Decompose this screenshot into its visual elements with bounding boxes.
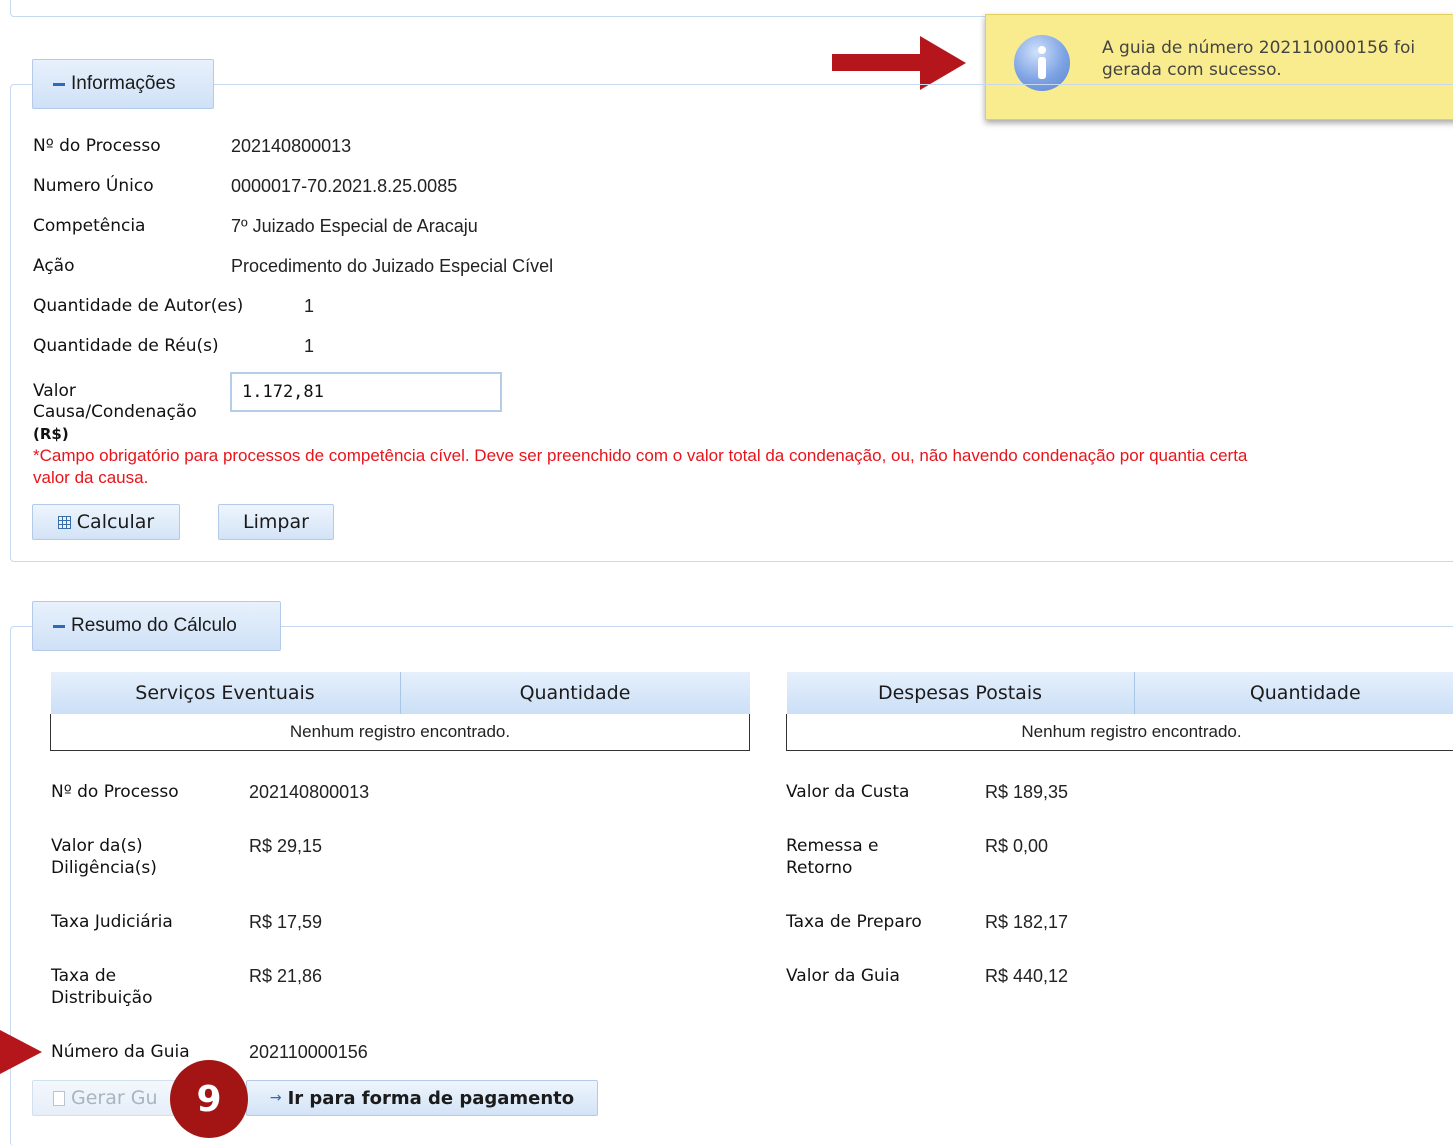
qtd-reus-label: Quantidade de Réu(s): [33, 335, 219, 357]
taxa-distribuicao-label-line1: Taxa de: [51, 965, 116, 987]
taxa-preparo-label: Taxa de Preparo: [786, 911, 922, 933]
empty-row: Nenhum registro encontrado.: [51, 714, 750, 751]
valor-custa-value: R$ 189,35: [985, 781, 1068, 803]
acao-label: Ação: [33, 255, 75, 277]
valor-causa-label-line3: (R$): [33, 423, 69, 445]
collapse-minus-icon: [53, 83, 65, 86]
annotation-arrow-left-icon: [0, 1030, 46, 1074]
taxa-judiciaria-value: R$ 17,59: [249, 911, 322, 933]
servicos-eventuais-table: Serviços Eventuais Quantidade Nenhum reg…: [50, 672, 750, 751]
calculator-grid-icon: [58, 516, 71, 529]
gerar-guia-button[interactable]: Gerar Gu: [32, 1080, 192, 1116]
gerar-guia-button-label: Gerar Gu: [71, 1087, 157, 1109]
taxa-judiciaria-label: Taxa Judiciária: [51, 911, 173, 933]
valor-causa-input[interactable]: [230, 372, 502, 412]
informacoes-legend-label: Informações: [71, 73, 176, 95]
limpar-button-label: Limpar: [243, 511, 309, 533]
info-icon: [1014, 35, 1070, 91]
numero-guia-label: Número da Guia: [51, 1041, 190, 1063]
informacoes-panel: [10, 84, 1453, 562]
taxa-distribuicao-value: R$ 21,86: [249, 965, 322, 987]
remessa-label-line2: Retorno: [786, 857, 852, 879]
toast-message: A guia de número 202110000156 foi gerada…: [1102, 37, 1452, 81]
col-servicos-eventuais[interactable]: Serviços Eventuais: [51, 672, 401, 714]
valor-guia-value: R$ 440,12: [985, 965, 1068, 987]
informacoes-legend-toggle[interactable]: Informações: [32, 59, 214, 109]
acao-value: Procedimento do Juizado Especial Cível: [231, 255, 553, 277]
ir-para-pagamento-label: Ir para forma de pagamento: [288, 1088, 575, 1109]
col-quantidade[interactable]: Quantidade: [400, 672, 750, 714]
required-note-line1: *Campo obrigatório para processos de com…: [33, 445, 1247, 467]
diligencia-label-line2: Diligência(s): [51, 857, 157, 879]
remessa-value: R$ 0,00: [985, 835, 1048, 857]
resumo-processo-value: 202140800013: [249, 781, 369, 803]
resumo-processo-label: Nº do Processo: [51, 781, 179, 803]
valor-custa-label: Valor da Custa: [786, 781, 909, 803]
limpar-button[interactable]: Limpar: [218, 504, 334, 540]
competencia-value: 7º Juizado Especial de Aracaju: [231, 215, 478, 237]
processo-label: Nº do Processo: [33, 135, 161, 157]
arrow-right-icon: →: [270, 1090, 282, 1106]
numero-unico-label: Numero Único: [33, 175, 154, 197]
calcular-button[interactable]: Calcular: [32, 504, 180, 540]
qtd-reus-value: 1: [304, 335, 314, 357]
calcular-button-label: Calcular: [77, 511, 154, 533]
document-icon: [53, 1091, 65, 1106]
qtd-autores-label: Quantidade de Autor(es): [33, 295, 243, 317]
remessa-label-line1: Remessa e: [786, 835, 879, 857]
despesas-postais-table: Despesas Postais Quantidade Nenhum regis…: [786, 672, 1453, 751]
numero-unico-value: 0000017-70.2021.8.25.0085: [231, 175, 457, 197]
valor-guia-label: Valor da Guia: [786, 965, 900, 987]
numero-guia-value: 202110000156: [249, 1041, 368, 1063]
step-number-badge: 9: [170, 1060, 248, 1138]
col-despesas-postais[interactable]: Despesas Postais: [787, 672, 1135, 714]
competencia-label: Competência: [33, 215, 145, 237]
diligencia-label-line1: Valor da(s): [51, 835, 143, 857]
collapse-minus-icon: [53, 625, 65, 628]
empty-row: Nenhum registro encontrado.: [787, 714, 1453, 751]
resumo-legend-toggle[interactable]: Resumo do Cálculo: [32, 601, 281, 651]
required-note-line2: valor da causa.: [33, 467, 148, 489]
diligencia-value: R$ 29,15: [249, 835, 322, 857]
taxa-distribuicao-label-line2: Distribuição: [51, 987, 153, 1009]
resumo-legend-label: Resumo do Cálculo: [71, 615, 237, 637]
col-quantidade[interactable]: Quantidade: [1134, 672, 1453, 714]
annotation-arrow-right-icon: [832, 36, 972, 90]
qtd-autores-value: 1: [304, 295, 314, 317]
ir-para-pagamento-button[interactable]: → Ir para forma de pagamento: [246, 1080, 598, 1116]
valor-causa-label-line2: Causa/Condenação: [33, 401, 197, 423]
taxa-preparo-value: R$ 182,17: [985, 911, 1068, 933]
valor-causa-label-line1: Valor: [33, 380, 76, 402]
processo-value: 202140800013: [231, 135, 351, 157]
